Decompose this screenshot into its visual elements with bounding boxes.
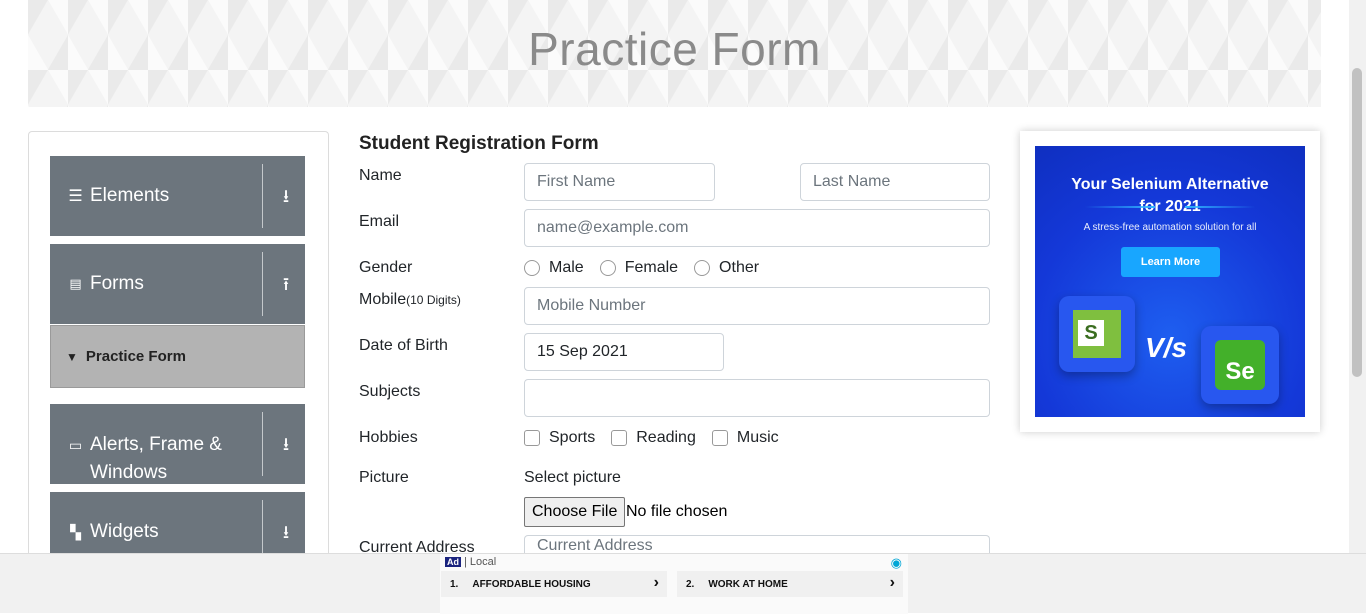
page-title: Practice Form: [528, 23, 821, 75]
subjects-input[interactable]: [524, 379, 990, 417]
ad-label: Ad | Local: [445, 556, 497, 568]
ad-divider: [1085, 206, 1155, 208]
gender-male-radio[interactable]: Male: [524, 259, 584, 277]
sidebar: ☰ Elements ⭳ ▤ Forms ⭱ ▼ Practice Form ▭…: [28, 131, 329, 572]
sidebar-item-label: Practice Form: [85, 348, 186, 365]
mobile-hint: (10 Digits): [406, 293, 461, 307]
subjects-label: Subjects: [359, 383, 421, 400]
learn-more-button[interactable]: Learn More: [1121, 247, 1220, 277]
gender-options: Male Female Other: [524, 259, 775, 277]
bottom-ad-bar: Ad | Local ◉ 1. AFFORDABLE HOUSING › 2. W…: [0, 553, 1366, 614]
sidebar-group-label: Alerts, Frame & Windows: [90, 434, 222, 483]
sidebar-group-alerts[interactable]: ▭ Alerts, Frame & Windows ⭳: [50, 404, 305, 484]
no-file-text: No file chosen: [626, 503, 728, 520]
mobile-label: Mobile(10 Digits): [359, 291, 461, 308]
vs-text: V/s: [1145, 332, 1188, 363]
mobile-input[interactable]: Mobile Number: [524, 287, 990, 325]
sidebar-group-elements[interactable]: ☰ Elements ⭳: [50, 156, 305, 236]
katalon-logo-icon: S: [1059, 296, 1135, 372]
picture-label: Picture: [359, 469, 409, 486]
hobby-music-checkbox[interactable]: Music: [711, 429, 779, 447]
ad-link-affordable-housing[interactable]: 1. AFFORDABLE HOUSING ›: [441, 571, 667, 597]
scrollbar-thumb[interactable]: [1352, 68, 1362, 377]
select-picture-label: Select picture: [524, 469, 621, 486]
scrollbar[interactable]: [1349, 0, 1366, 553]
document-icon: ▤: [69, 276, 82, 291]
bottom-ad[interactable]: Ad | Local ◉ 1. AFFORDABLE HOUSING › 2. W…: [440, 554, 908, 614]
ad-divider: [1185, 206, 1255, 208]
selenium-logo-icon: Se: [1201, 326, 1279, 404]
sidebar-group-forms[interactable]: ▤ Forms ⭱: [50, 244, 305, 324]
gender-female-radio[interactable]: Female: [599, 259, 678, 277]
choose-file-button[interactable]: Choose File: [524, 497, 626, 527]
email-input[interactable]: name@example.com: [524, 209, 990, 247]
ad-banner[interactable]: Your Selenium Alternative for 2021 A str…: [1020, 131, 1320, 432]
widgets-icon: ▚: [70, 523, 81, 540]
sidebar-group-label: Elements: [90, 185, 170, 206]
page-banner: Practice Form: [28, 0, 1321, 107]
adchoices-eye-icon[interactable]: ◉: [891, 555, 902, 571]
chevron-up-icon[interactable]: ⭱: [276, 274, 296, 294]
ad-subtitle: A stress-free automation solution for al…: [1083, 222, 1257, 233]
menu-icon: ☰: [68, 188, 83, 205]
chevron-right-icon: ›: [653, 574, 659, 591]
ad-creative[interactable]: Your Selenium Alternative for 2021 A str…: [1035, 146, 1305, 417]
address-textarea[interactable]: Current Address: [524, 535, 990, 555]
html5-icon: ▼: [66, 349, 78, 364]
form-title: Student Registration Form: [359, 133, 599, 154]
hobbies-label: Hobbies: [359, 429, 418, 446]
chevron-right-icon: ›: [889, 574, 895, 591]
chevron-down-icon[interactable]: ⭳: [276, 522, 296, 542]
last-name-input[interactable]: Last Name: [800, 163, 990, 201]
sidebar-item-practice-form[interactable]: ▼ Practice Form: [50, 325, 305, 388]
sidebar-group-label: Forms: [90, 273, 144, 294]
email-label: Email: [359, 213, 400, 230]
ad-headline: Your Selenium Alternative for 2021: [1071, 176, 1269, 215]
dob-input[interactable]: 15 Sep 2021: [524, 333, 724, 371]
hobbies-options: Sports Reading Music: [524, 429, 795, 447]
ad-link-work-at-home[interactable]: 2. WORK AT HOME ›: [677, 571, 903, 597]
name-label: Name: [359, 167, 402, 184]
hobby-sports-checkbox[interactable]: Sports: [524, 429, 595, 447]
hobby-reading-checkbox[interactable]: Reading: [611, 429, 696, 447]
gender-other-radio[interactable]: Other: [694, 259, 759, 277]
sidebar-group-label: Widgets: [90, 521, 159, 542]
gender-label: Gender: [359, 259, 413, 276]
window-icon: ▭: [68, 437, 83, 453]
first-name-input[interactable]: First Name: [524, 163, 715, 201]
chevron-down-icon[interactable]: ⭳: [276, 186, 296, 206]
dob-label: Date of Birth: [359, 337, 448, 354]
chevron-down-icon[interactable]: ⭳: [276, 434, 296, 454]
